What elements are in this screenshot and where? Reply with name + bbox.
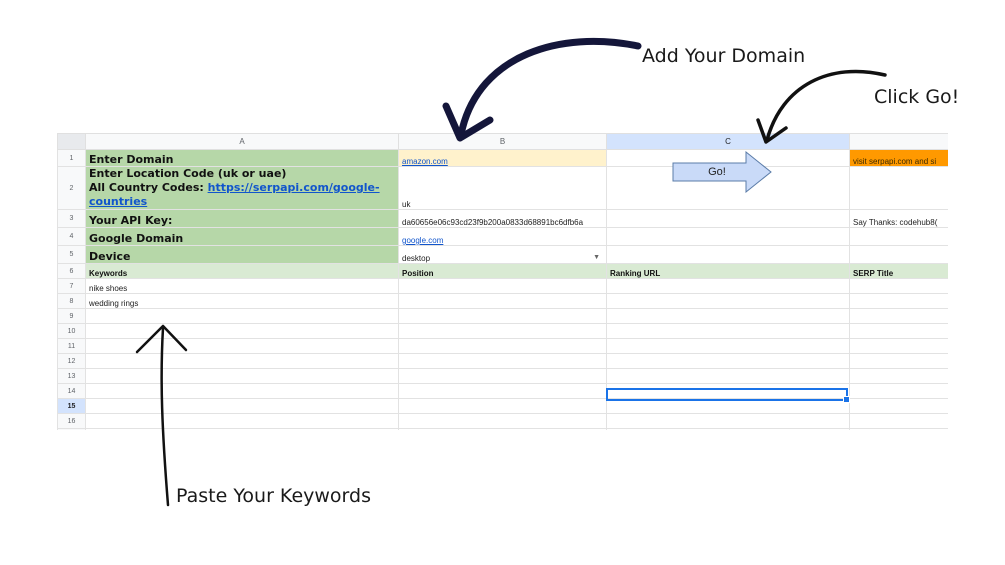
paste-keywords-annotation: Paste Your Keywords <box>176 485 371 507</box>
click-go-annotation: Click Go! <box>874 86 960 108</box>
add-domain-arrow-icon <box>442 37 642 142</box>
add-domain-annotation: Add Your Domain <box>642 45 806 67</box>
annotation-arrows <box>135 37 887 507</box>
paste-keywords-arrow-icon <box>135 324 188 507</box>
click-go-arrow-icon <box>756 69 887 144</box>
